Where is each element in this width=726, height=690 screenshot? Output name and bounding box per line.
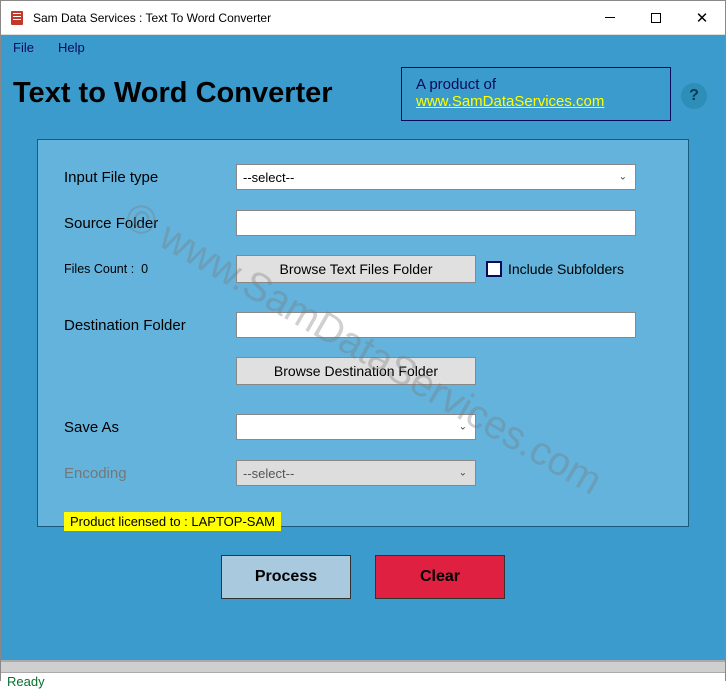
action-row: Process Clear <box>1 555 725 599</box>
source-folder-input[interactable] <box>236 210 636 236</box>
title-bar: Sam Data Services : Text To Word Convert… <box>1 1 725 35</box>
include-subfolders-label: Include Subfolders <box>508 261 624 277</box>
save-as-label: Save As <box>64 419 236 436</box>
maximize-button[interactable] <box>633 1 679 35</box>
menu-help[interactable]: Help <box>58 40 85 55</box>
clear-button[interactable]: Clear <box>375 555 505 599</box>
close-icon: ✕ <box>696 9 709 27</box>
include-subfolders-checkbox[interactable] <box>486 261 502 277</box>
product-of-label: A product of <box>416 76 656 93</box>
input-file-type-value: --select-- <box>243 170 294 185</box>
status-bar: Ready <box>1 660 725 680</box>
maximize-icon <box>651 13 661 23</box>
process-button[interactable]: Process <box>221 555 351 599</box>
destination-folder-input[interactable] <box>236 312 636 338</box>
files-count-value: 0 <box>141 262 148 276</box>
app-icon <box>9 10 25 26</box>
files-count-group: Files Count : 0 <box>64 262 236 276</box>
form-panel: Input File type --select-- ⌄ Source Fold… <box>37 139 689 527</box>
chevron-down-icon: ⌄ <box>459 422 467 433</box>
menu-bar: File Help <box>1 35 725 59</box>
page-title: Text to Word Converter <box>13 67 401 110</box>
input-file-type-label: Input File type <box>64 169 236 186</box>
status-grip <box>1 661 725 673</box>
encoding-label: Encoding <box>64 465 236 482</box>
browse-source-button[interactable]: Browse Text Files Folder <box>236 255 476 283</box>
minimize-icon <box>605 17 615 18</box>
chevron-down-icon: ⌄ <box>459 468 467 479</box>
chevron-down-icon: ⌄ <box>619 172 627 183</box>
encoding-select: --select-- ⌄ <box>236 460 476 486</box>
close-button[interactable]: ✕ <box>679 1 725 35</box>
license-info: Product licensed to : LAPTOP-SAM <box>64 512 281 531</box>
destination-folder-label: Destination Folder <box>64 317 236 334</box>
menu-file[interactable]: File <box>13 40 34 55</box>
status-text: Ready <box>1 673 725 690</box>
save-as-select[interactable]: ⌄ <box>236 414 476 440</box>
product-info-box: A product of www.SamDataServices.com <box>401 67 671 121</box>
input-file-type-select[interactable]: --select-- ⌄ <box>236 164 636 190</box>
minimize-button[interactable] <box>587 1 633 35</box>
browse-destination-button[interactable]: Browse Destination Folder <box>236 357 476 385</box>
encoding-value: --select-- <box>243 466 294 481</box>
window-title: Sam Data Services : Text To Word Convert… <box>33 11 587 25</box>
files-count-label: Files Count : <box>64 262 134 276</box>
product-link[interactable]: www.SamDataServices.com <box>416 93 604 110</box>
source-folder-label: Source Folder <box>64 215 236 232</box>
help-icon[interactable]: ? <box>681 83 707 109</box>
